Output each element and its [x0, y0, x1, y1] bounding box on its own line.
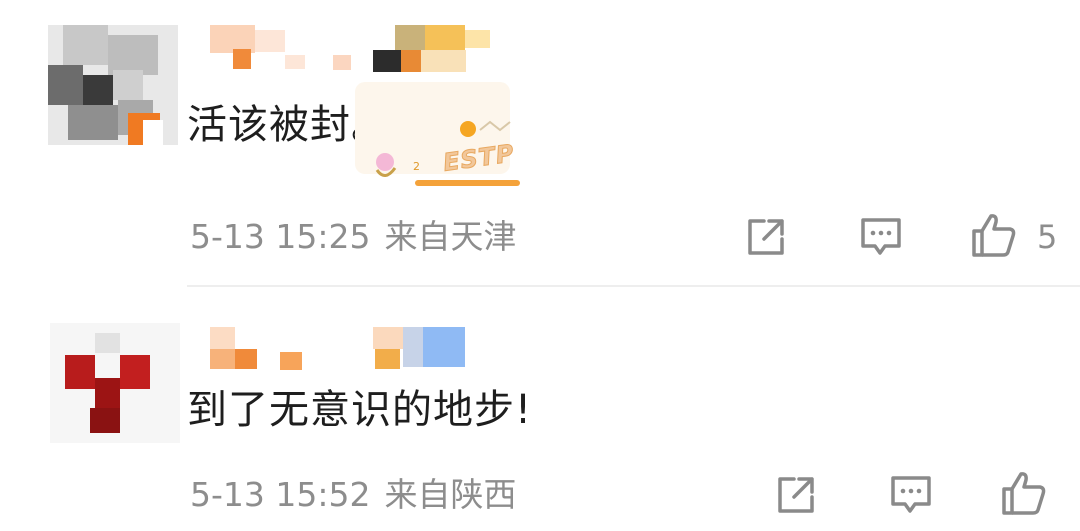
comment-time: 5-13 15:25	[190, 217, 371, 256]
comment-time: 5-13 15:52	[190, 475, 371, 514]
like-count: 5	[1037, 218, 1058, 256]
username[interactable]	[205, 327, 475, 377]
comment-icon	[861, 218, 901, 255]
username[interactable]	[205, 25, 495, 75]
reply-button[interactable]	[857, 213, 905, 261]
like-button[interactable]	[970, 211, 1018, 259]
comment-location: 来自天津	[384, 217, 517, 256]
comment-location: 来自陕西	[384, 475, 517, 514]
thumbs-up-icon	[972, 214, 1016, 257]
fan-badge[interactable]: 2 ESTP	[355, 82, 530, 192]
comment-text: 到了无意识的地步!	[187, 387, 533, 433]
comment-item: 到了无意识的地步! 5-13 15:52 来自陕西	[0, 287, 1080, 531]
comment-meta: 5-13 15:25 来自天津	[190, 215, 531, 259]
comment-item: 活该被封。 2 ESTP 5-13 15:25 来自天津 5	[0, 0, 1080, 285]
badge-decoration-icon: 2	[355, 82, 520, 186]
avatar[interactable]	[50, 323, 180, 443]
like-button[interactable]	[1000, 469, 1048, 517]
share-icon	[778, 477, 814, 513]
avatar[interactable]	[48, 25, 178, 145]
thumbs-up-icon	[1002, 472, 1046, 515]
reply-button[interactable]	[887, 471, 935, 519]
svg-text:2: 2	[413, 160, 420, 173]
share-button[interactable]	[742, 213, 790, 261]
share-icon	[748, 219, 784, 255]
comment-icon	[891, 476, 931, 513]
comment-meta: 5-13 15:52 来自陕西	[190, 473, 531, 517]
share-button[interactable]	[772, 471, 820, 519]
